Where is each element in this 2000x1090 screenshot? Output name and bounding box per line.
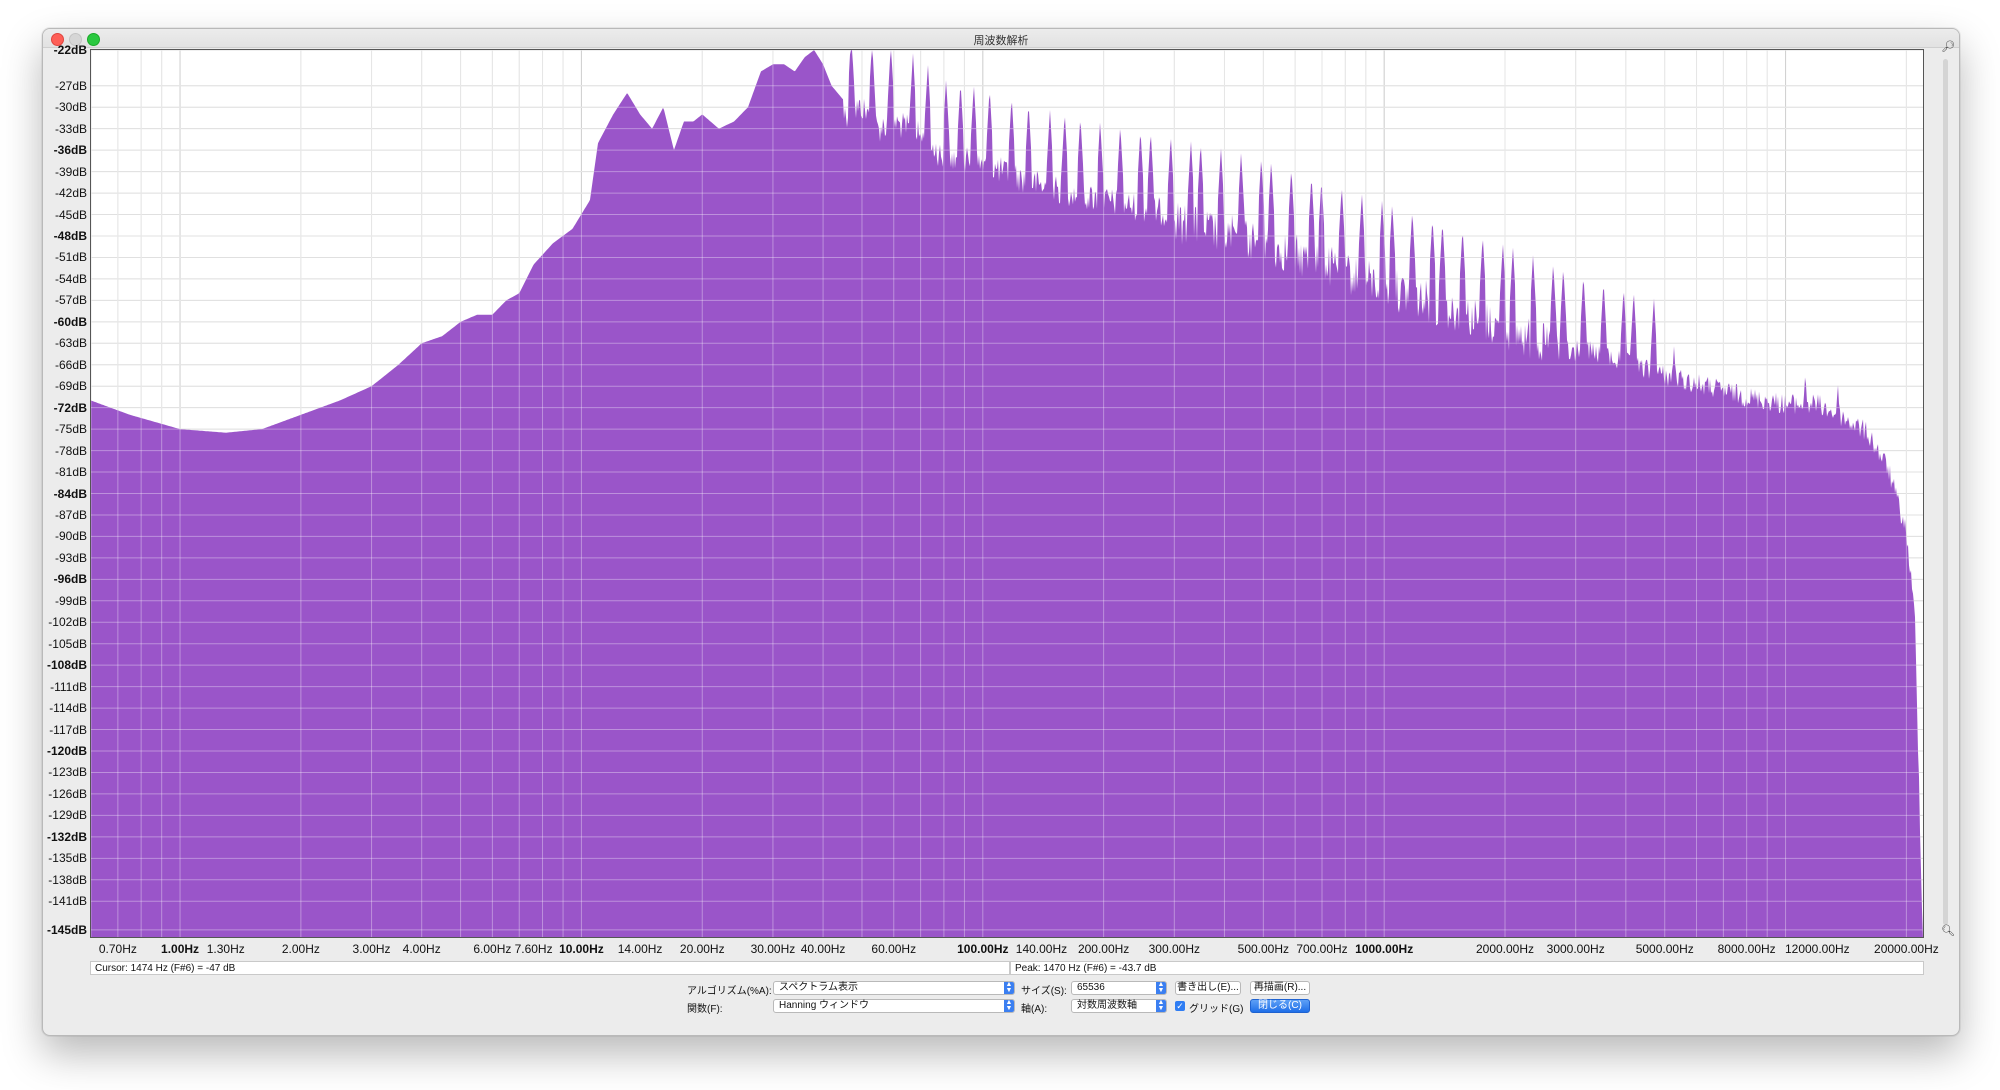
y-tick-label: -42dB (54, 186, 87, 201)
x-tick-label: 20.00Hz (679, 942, 725, 956)
y-tick-label: -84dB (53, 486, 87, 501)
y-tick-label: -123dB (48, 765, 87, 780)
spectrum-svg (91, 50, 1923, 937)
size-label: サイズ(S): (1021, 986, 1067, 997)
function-select[interactable]: Hanning ウィンドウ ▲ ▼ (773, 999, 1015, 1013)
y-tick-label: -75dB (54, 422, 87, 437)
y-tick-label: -63dB (54, 336, 87, 351)
y-tick-label: -57dB (54, 293, 87, 308)
y-tick-label: -96dB (53, 572, 87, 587)
y-tick-label: -120dB (47, 744, 88, 759)
y-tick-label: -81dB (54, 465, 87, 480)
x-tick-label: 40.00Hz (800, 942, 846, 956)
axis-label: 軸(A): (1021, 1004, 1048, 1015)
y-tick-label: -60dB (53, 314, 87, 329)
peak-label: Peak: (1015, 963, 1041, 974)
y-tick-label: -54dB (54, 271, 87, 286)
y-tick-label: -138dB (48, 872, 87, 887)
y-tick-label: -102dB (48, 615, 87, 630)
close-button[interactable]: 閉じる(C) (1250, 999, 1310, 1013)
x-tick-label: 14.00Hz (617, 942, 663, 956)
cursor-value: 1474 Hz (F#6) = -47 dB (130, 963, 236, 974)
y-tick-label: -126dB (48, 786, 87, 801)
export-button[interactable]: 書き出し(E)... (1175, 981, 1241, 995)
x-tick-label: 2000.00Hz (1475, 942, 1535, 956)
y-tick-label: -87dB (54, 507, 87, 522)
select-arrows-icon: ▲ ▼ (1004, 981, 1014, 994)
zoom-out-icon[interactable]: 🔍︎ (1941, 925, 1955, 937)
y-tick-label: -90dB (54, 529, 87, 544)
x-tick-label: 500.00Hz (1237, 942, 1290, 956)
select-arrows-icon: ▲ ▼ (1004, 999, 1014, 1012)
x-tick-label: 8000.00Hz (1717, 942, 1776, 956)
y-tick-label: -39dB (54, 164, 87, 179)
cursor-readout: Cursor: 1474 Hz (F#6) = -47 dB (90, 961, 1010, 975)
replot-button[interactable]: 再描画(R)... (1250, 981, 1310, 995)
spectrum-plot[interactable] (90, 49, 1924, 938)
zoom-in-icon[interactable]: 🔎︎ (1941, 41, 1955, 53)
x-tick-label: 140.00Hz (1015, 942, 1068, 956)
y-tick-label: -30dB (54, 100, 87, 115)
algorithm-select[interactable]: スペクトラム表示 ▲ ▼ (773, 981, 1015, 995)
x-tick-label: 5000.00Hz (1635, 942, 1694, 956)
frequency-analysis-window: 周波数解析 -22dB -27dB -30dB -33dB -36dB -39dB -42d… (42, 28, 1960, 1036)
x-tick-label: 3.00Hz (352, 942, 391, 956)
title-bar: 周波数解析 (43, 29, 1959, 48)
x-tick-label: 6.00Hz (473, 942, 512, 956)
x-tick-label: 4.00Hz (402, 942, 441, 956)
x-tick-label: 3000.00Hz (1546, 942, 1605, 956)
vertical-scrollbar[interactable] (1943, 59, 1948, 925)
y-tick-label: -135dB (48, 851, 87, 866)
y-tick-label: -51dB (54, 250, 87, 265)
x-tick-label: 700.00Hz (1296, 942, 1348, 956)
y-tick-label: -72dB (53, 400, 87, 415)
size-select[interactable]: 65536 ▲ ▼ (1071, 981, 1167, 995)
x-tick-label: 1000.00Hz (1355, 942, 1414, 956)
grid-checkbox[interactable]: ✓ (1175, 1001, 1185, 1011)
grid-checkbox-label[interactable]: グリッド(G) (1189, 1000, 1243, 1015)
y-tick-label: -105dB (48, 636, 87, 651)
window-title: 周波数解析 (973, 35, 1029, 47)
select-arrows-icon: ▲ ▼ (1156, 981, 1166, 994)
cursor-label: Cursor: (95, 963, 128, 974)
y-tick-label: -66dB (54, 357, 87, 372)
y-tick-label: -145dB (47, 922, 88, 937)
y-tick-label: -78dB (54, 443, 87, 458)
x-tick-label: 12000.00Hz (1784, 942, 1850, 956)
y-tick-label: -114dB (49, 701, 87, 716)
y-tick-label: -111dB (50, 679, 87, 694)
y-tick-label: -132dB (47, 829, 88, 844)
y-tick-label: -45dB (54, 207, 87, 222)
y-tick-label: -33dB (54, 121, 87, 136)
x-tick-label: 1.00Hz (161, 942, 200, 956)
x-tick-label: 7.60Hz (514, 942, 553, 956)
y-tick-label: -22dB (53, 43, 87, 57)
y-tick-label: -129dB (48, 808, 87, 823)
x-tick-label: 2.00Hz (281, 942, 320, 956)
x-tick-label: 10.00Hz (559, 942, 604, 956)
y-tick-label: -48dB (53, 228, 87, 243)
x-tick-label: 30.00Hz (750, 942, 796, 956)
axis-select[interactable]: 対数周波数軸 ▲ ▼ (1071, 999, 1167, 1013)
y-tick-label: -27dB (54, 78, 87, 93)
x-tick-label: 300.00Hz (1148, 942, 1200, 956)
x-tick-label: 20000.00Hz (1874, 942, 1939, 956)
peak-readout: Peak: 1470 Hz (F#6) = -43.7 dB (1010, 961, 1924, 975)
y-tick-label: -69dB (54, 379, 87, 394)
y-tick-label: -99dB (54, 593, 87, 608)
y-tick-label: -117dB (49, 722, 87, 737)
function-label: 関数(F): (687, 1004, 723, 1015)
select-arrows-icon: ▲ ▼ (1156, 999, 1166, 1012)
peak-value: 1470 Hz (F#6) = -43.7 dB (1043, 963, 1157, 974)
y-tick-label: -141dB (48, 894, 87, 909)
y-tick-label: -93dB (54, 550, 87, 565)
y-tick-label: -36dB (53, 143, 87, 158)
x-tick-label: 100.00Hz (957, 942, 1009, 956)
x-tick-label: 200.00Hz (1077, 942, 1130, 956)
x-tick-label: 1.30Hz (206, 942, 245, 956)
x-tick-label: 60.00Hz (871, 942, 917, 956)
x-tick-label: 0.70Hz (98, 942, 137, 956)
y-tick-label: -108dB (47, 658, 88, 673)
algorithm-label: アルゴリズム(%A): (687, 986, 772, 997)
